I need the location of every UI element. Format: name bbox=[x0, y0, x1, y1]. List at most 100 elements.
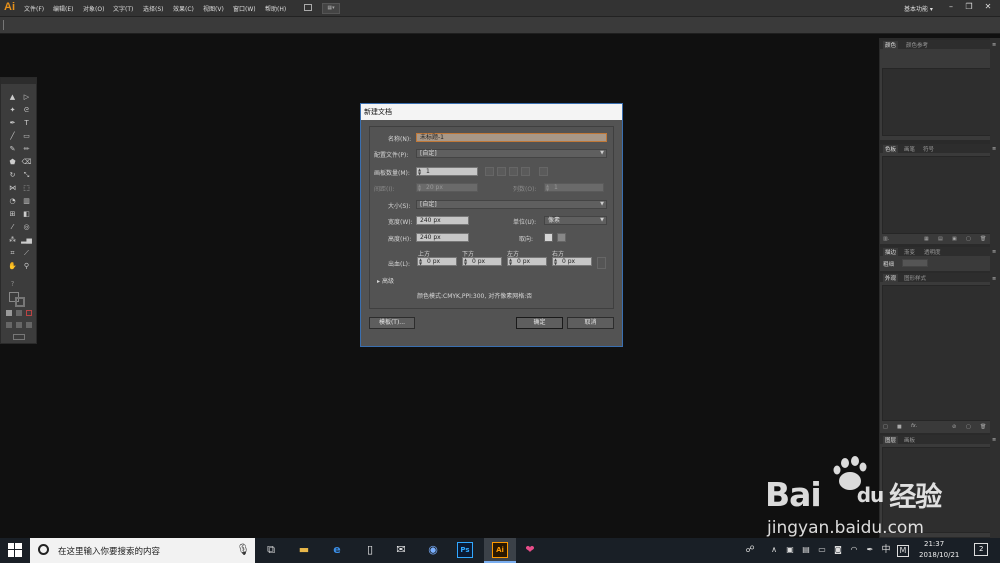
mesh-tool-icon[interactable]: ⊞ bbox=[7, 210, 18, 219]
line-tool-icon[interactable]: ╱ bbox=[7, 132, 18, 141]
grid-by-column-icon[interactable] bbox=[497, 167, 506, 176]
swatch-kind-icon[interactable]: ▦ bbox=[924, 236, 929, 242]
selection-tool-icon[interactable]: ▲ bbox=[7, 93, 18, 102]
arrange-by-column-icon[interactable] bbox=[521, 167, 530, 176]
pencil-tool-icon[interactable]: ✏ bbox=[21, 145, 32, 154]
swatch-libraries-icon[interactable]: ▥. bbox=[883, 236, 889, 242]
name-input[interactable]: 未标题-1 bbox=[416, 133, 607, 142]
tab-swatches[interactable]: 色板 bbox=[883, 145, 899, 153]
battery-icon[interactable]: ▭ bbox=[814, 542, 830, 558]
blend-tool-icon[interactable]: ◎ bbox=[21, 223, 32, 232]
eyedropper-tool-icon[interactable]: ⁄ bbox=[7, 223, 18, 232]
file-explorer-icon[interactable]: ▬ bbox=[296, 542, 312, 558]
stepper-icon[interactable]: ▲ ▼ bbox=[418, 168, 421, 176]
tray-app-icon[interactable]: ◙ bbox=[830, 542, 846, 558]
panel-menu-icon[interactable]: ≡ bbox=[992, 42, 996, 48]
show-hidden-icons-icon[interactable]: ∧ bbox=[766, 542, 782, 558]
screen-mode-icon[interactable] bbox=[13, 334, 25, 340]
stepper-icon[interactable]: ▲ ▼ bbox=[418, 184, 421, 192]
microphone-icon[interactable]: 🎙 bbox=[236, 543, 250, 556]
direct-selection-tool-icon[interactable]: ▷ bbox=[21, 93, 32, 102]
bleed-right-input[interactable]: ▲ ▼ 0 px bbox=[552, 257, 592, 266]
control-bar-grip[interactable] bbox=[3, 20, 4, 30]
paintbrush-tool-icon[interactable]: ✎ bbox=[7, 145, 18, 154]
tray-app-icon[interactable]: ▤ bbox=[798, 542, 814, 558]
eraser-tool-icon[interactable]: ⌫ bbox=[21, 158, 32, 167]
ime-mode[interactable]: M bbox=[897, 545, 909, 557]
collapsed-panel-strip[interactable]: ≡ ≡ ≡ ≡ ≡ bbox=[990, 38, 1000, 538]
draw-behind-icon[interactable] bbox=[16, 322, 22, 328]
new-swatch-icon[interactable]: ▢ bbox=[966, 236, 971, 242]
arrange-documents-button[interactable]: ▦▾ bbox=[322, 3, 340, 14]
bleed-top-input[interactable]: ▲ ▼ 0 px bbox=[417, 257, 457, 266]
tab-color[interactable]: 颜色 bbox=[883, 41, 899, 49]
free-transform-tool-icon[interactable]: ⬚ bbox=[21, 184, 32, 193]
new-color-group-icon[interactable]: ▣ bbox=[952, 236, 957, 242]
tab-color-guide[interactable]: 颜色参考 bbox=[906, 41, 928, 49]
tab-appearance[interactable]: 外观 bbox=[883, 274, 899, 282]
rotate-tool-icon[interactable]: ↻ bbox=[7, 171, 18, 180]
advanced-toggle[interactable]: ▸ 高级 bbox=[377, 276, 394, 285]
portrait-orientation-icon[interactable] bbox=[544, 233, 553, 242]
magic-wand-tool-icon[interactable]: ✦ bbox=[7, 106, 18, 115]
panel-menu-icon[interactable]: ≡ bbox=[992, 249, 996, 255]
stepper-icon[interactable]: ▲ ▼ bbox=[419, 258, 422, 266]
panel-menu-icon[interactable]: ≡ bbox=[992, 276, 996, 282]
task-view-icon[interactable]: ⧉ bbox=[263, 542, 279, 558]
menu-effect[interactable]: 效果(C) bbox=[173, 4, 194, 13]
wifi-icon[interactable]: ◠ bbox=[846, 542, 862, 558]
gradient-tool-icon[interactable]: ◧ bbox=[21, 210, 32, 219]
menu-edit[interactable]: 编辑(E) bbox=[53, 4, 73, 13]
grid-by-row-icon[interactable] bbox=[485, 167, 494, 176]
column-graph-tool-icon[interactable]: ▂▅ bbox=[21, 236, 32, 245]
artboards-input[interactable]: ▲ ▼ 1 bbox=[416, 167, 478, 176]
stroke-weight-field[interactable] bbox=[902, 259, 928, 267]
lasso-tool-icon[interactable]: ᘓ bbox=[21, 106, 32, 115]
tools-panel-header[interactable] bbox=[1, 78, 36, 84]
templates-button[interactable]: 模板(T)... bbox=[369, 317, 415, 329]
perspective-grid-tool-icon[interactable]: ▥ bbox=[21, 197, 32, 206]
swatch-options-icon[interactable]: ▤ bbox=[938, 236, 943, 242]
type-tool-icon[interactable]: T bbox=[21, 119, 32, 128]
artboard-tool-icon[interactable]: ⌗ bbox=[7, 249, 18, 258]
minimize-button[interactable]: – bbox=[944, 1, 958, 14]
menu-help[interactable]: 帮助(H) bbox=[265, 4, 286, 13]
symbol-sprayer-tool-icon[interactable]: ⁂ bbox=[7, 236, 18, 245]
add-stroke-icon[interactable]: □ bbox=[883, 424, 888, 430]
windows-start-icon[interactable] bbox=[8, 543, 22, 557]
tab-stroke[interactable]: 描边 bbox=[883, 248, 899, 256]
rectangle-tool-icon[interactable]: ▭ bbox=[21, 132, 32, 141]
draw-normal-icon[interactable] bbox=[6, 322, 12, 328]
tab-layers[interactable]: 图层 bbox=[883, 436, 899, 444]
taskbar-search-box[interactable]: 在这里输入你要搜索的内容 🎙 bbox=[30, 538, 255, 563]
workspace-switcher[interactable]: 基本功能 ▾ bbox=[904, 4, 933, 13]
duplicate-item-icon[interactable]: ▢ bbox=[966, 424, 971, 430]
shape-builder-tool-icon[interactable]: ◔ bbox=[7, 197, 18, 206]
tab-gradient[interactable]: 渐变 bbox=[904, 248, 915, 256]
fx-icon[interactable]: fx. bbox=[911, 423, 917, 429]
slice-tool-icon[interactable]: ⟋ bbox=[21, 249, 32, 258]
delete-item-icon[interactable]: 🗑 bbox=[980, 424, 986, 430]
right-to-left-icon[interactable] bbox=[539, 167, 548, 176]
dialog-titlebar[interactable]: 新建文档 bbox=[361, 104, 622, 120]
tray-app-icon[interactable]: ▣ bbox=[782, 542, 798, 558]
panel-menu-icon[interactable]: ≡ bbox=[992, 146, 996, 152]
link-bleed-icon[interactable] bbox=[597, 257, 606, 269]
spacing-input[interactable]: ▲ ▼ 20 px bbox=[416, 183, 478, 192]
edge-browser-icon[interactable]: e bbox=[329, 542, 345, 558]
stepper-icon[interactable]: ▲ ▼ bbox=[509, 258, 512, 266]
tab-graphic-styles[interactable]: 图形样式 bbox=[904, 274, 926, 282]
notification-center-icon[interactable]: 2 bbox=[974, 543, 988, 556]
bridge-icon[interactable] bbox=[304, 4, 312, 11]
document-icon[interactable]: ▯ bbox=[362, 542, 378, 558]
height-input[interactable]: 240 px bbox=[416, 233, 469, 242]
delete-swatch-icon[interactable]: 🗑 bbox=[980, 236, 986, 242]
photoshop-icon[interactable]: Ps bbox=[457, 542, 473, 558]
bleed-left-input[interactable]: ▲ ▼ 0 px bbox=[507, 257, 547, 266]
ime-language[interactable]: 中 bbox=[878, 542, 894, 558]
arrange-by-row-icon[interactable] bbox=[509, 167, 518, 176]
tab-symbols[interactable]: 符号 bbox=[923, 145, 934, 153]
clear-appearance-icon[interactable]: ⊘ bbox=[952, 424, 956, 430]
bleed-bottom-input[interactable]: ▲ ▼ 0 px bbox=[462, 257, 502, 266]
menu-view[interactable]: 视图(V) bbox=[203, 4, 224, 13]
